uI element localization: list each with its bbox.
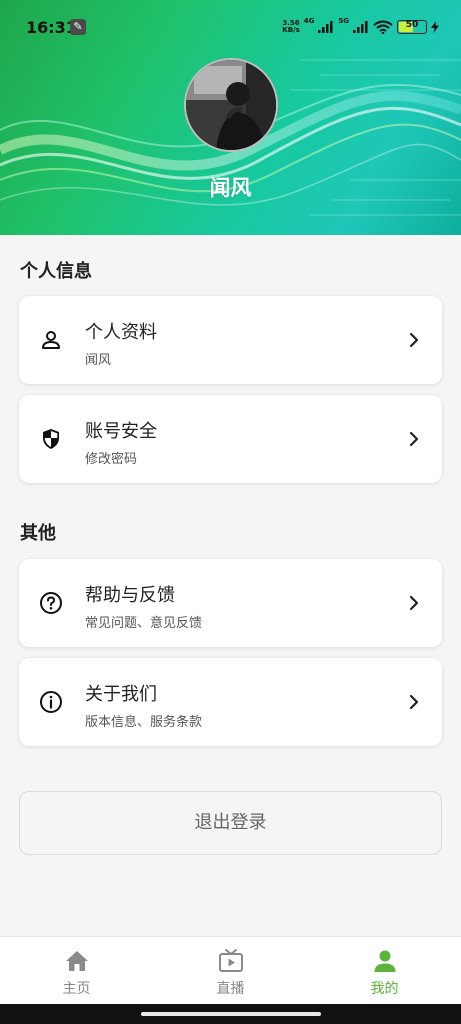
- gesture-area: [0, 1004, 461, 1024]
- nav-item-mine[interactable]: 我的: [308, 937, 461, 1005]
- wifi-icon: [373, 20, 393, 34]
- signal-2-label: 5G: [338, 17, 349, 25]
- menu-item-title: 账号安全: [85, 421, 157, 442]
- avatar-photo: [186, 60, 276, 150]
- nav-label: 我的: [370, 981, 399, 997]
- help-circle-icon: [40, 592, 62, 614]
- signal-1-label: 4G: [303, 17, 315, 25]
- nav-item-live[interactable]: 直播: [154, 937, 307, 1005]
- shield-icon: [43, 429, 59, 449]
- menu-item-profile[interactable]: 个人资料 闻风: [19, 296, 442, 384]
- profile-header: 16:31 ✎ 3.56 KB/s 4G 5G 50 闻风: [0, 0, 461, 235]
- menu-item-title: 帮助与反馈: [85, 585, 175, 606]
- profile-screen: 16:31 ✎ 3.56 KB/s 4G 5G 50 闻风 个人信息 个人资料 …: [0, 0, 461, 1024]
- menu-item-subtitle: 修改密码: [85, 452, 138, 467]
- nav-label: 主页: [62, 981, 91, 997]
- chevron-right-icon: [409, 431, 419, 447]
- wrench-icon: ✎: [70, 19, 86, 35]
- status-indicators: 3.56 KB/s 4G 5G 50: [282, 17, 439, 36]
- section-title-other: 其他: [20, 523, 56, 544]
- menu-item-subtitle: 常见问题、意见反馈: [85, 616, 203, 631]
- menu-item-subtitle: 版本信息、服务条款: [85, 715, 203, 730]
- logout-button[interactable]: 退出登录: [19, 791, 442, 855]
- avatar[interactable]: [184, 58, 278, 152]
- chevron-right-icon: [409, 694, 419, 710]
- charging-icon: [431, 21, 439, 33]
- nav-label: 直播: [216, 981, 245, 997]
- bottom-nav: 主页 直播 我的: [0, 936, 461, 1005]
- battery-level: 50: [405, 20, 419, 30]
- tv-play-icon: [218, 949, 243, 972]
- chevron-right-icon: [409, 595, 419, 611]
- menu-item-help-feedback[interactable]: 帮助与反馈 常见问题、意见反馈: [19, 559, 442, 647]
- network-speed-unit: KB/s: [282, 26, 300, 34]
- home-icon: [65, 951, 88, 971]
- signal-bars-icon: [353, 21, 368, 33]
- menu-item-title: 个人资料: [85, 322, 157, 343]
- nav-item-home[interactable]: 主页: [0, 937, 153, 1005]
- menu-item-subtitle: 闻风: [85, 353, 112, 368]
- person-icon: [42, 331, 60, 349]
- menu-item-title: 关于我们: [85, 684, 157, 705]
- info-circle-icon: [40, 691, 62, 713]
- person-icon: [374, 950, 395, 972]
- home-indicator[interactable]: [141, 1012, 321, 1016]
- status-bar: 16:31 ✎ 3.56 KB/s 4G 5G 50: [0, 0, 461, 48]
- signal-bars-icon: [318, 21, 333, 33]
- chevron-right-icon: [409, 332, 419, 348]
- username: 闻风: [209, 176, 252, 200]
- menu-item-account-security[interactable]: 账号安全 修改密码: [19, 395, 442, 483]
- battery-icon: 50: [397, 20, 427, 34]
- menu-item-about-us[interactable]: 关于我们 版本信息、服务条款: [19, 658, 442, 746]
- network-speed: 3.56 KB/s: [282, 20, 299, 34]
- section-title-personal-info: 个人信息: [20, 261, 92, 282]
